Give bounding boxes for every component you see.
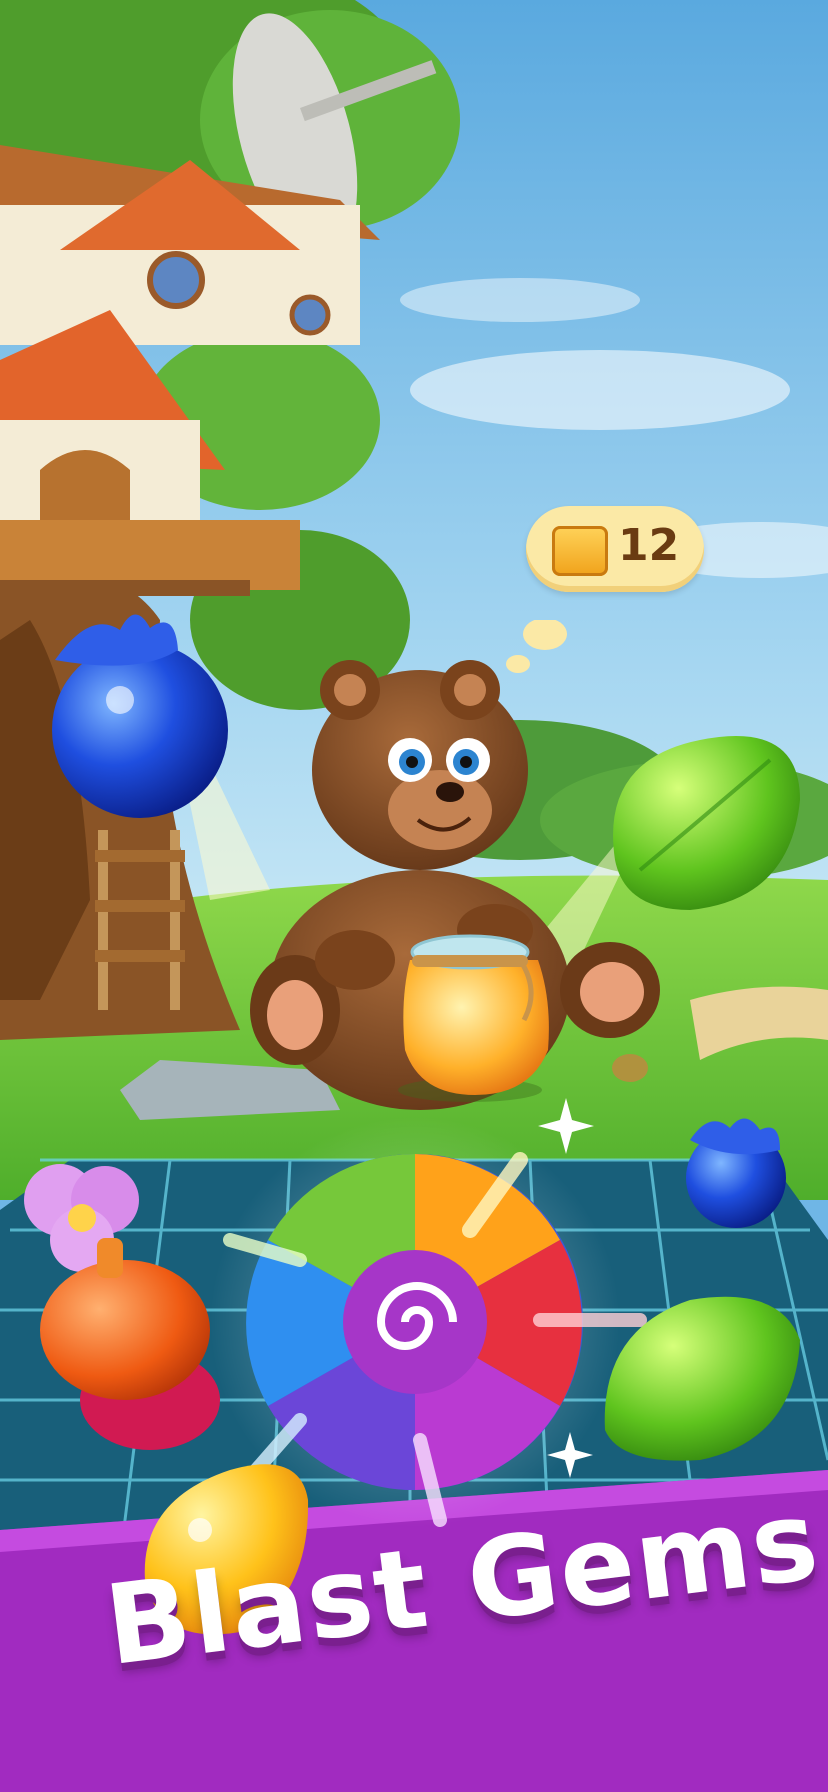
goal-count: 12: [618, 520, 680, 571]
game-screen: 12 Blast Gems: [0, 0, 828, 1792]
goal-counter-bubble: 12: [526, 506, 704, 598]
small-blueberry-gem[interactable]: [686, 1118, 786, 1228]
thought-dots: [506, 620, 567, 673]
honeycomb-icon: [552, 526, 608, 576]
